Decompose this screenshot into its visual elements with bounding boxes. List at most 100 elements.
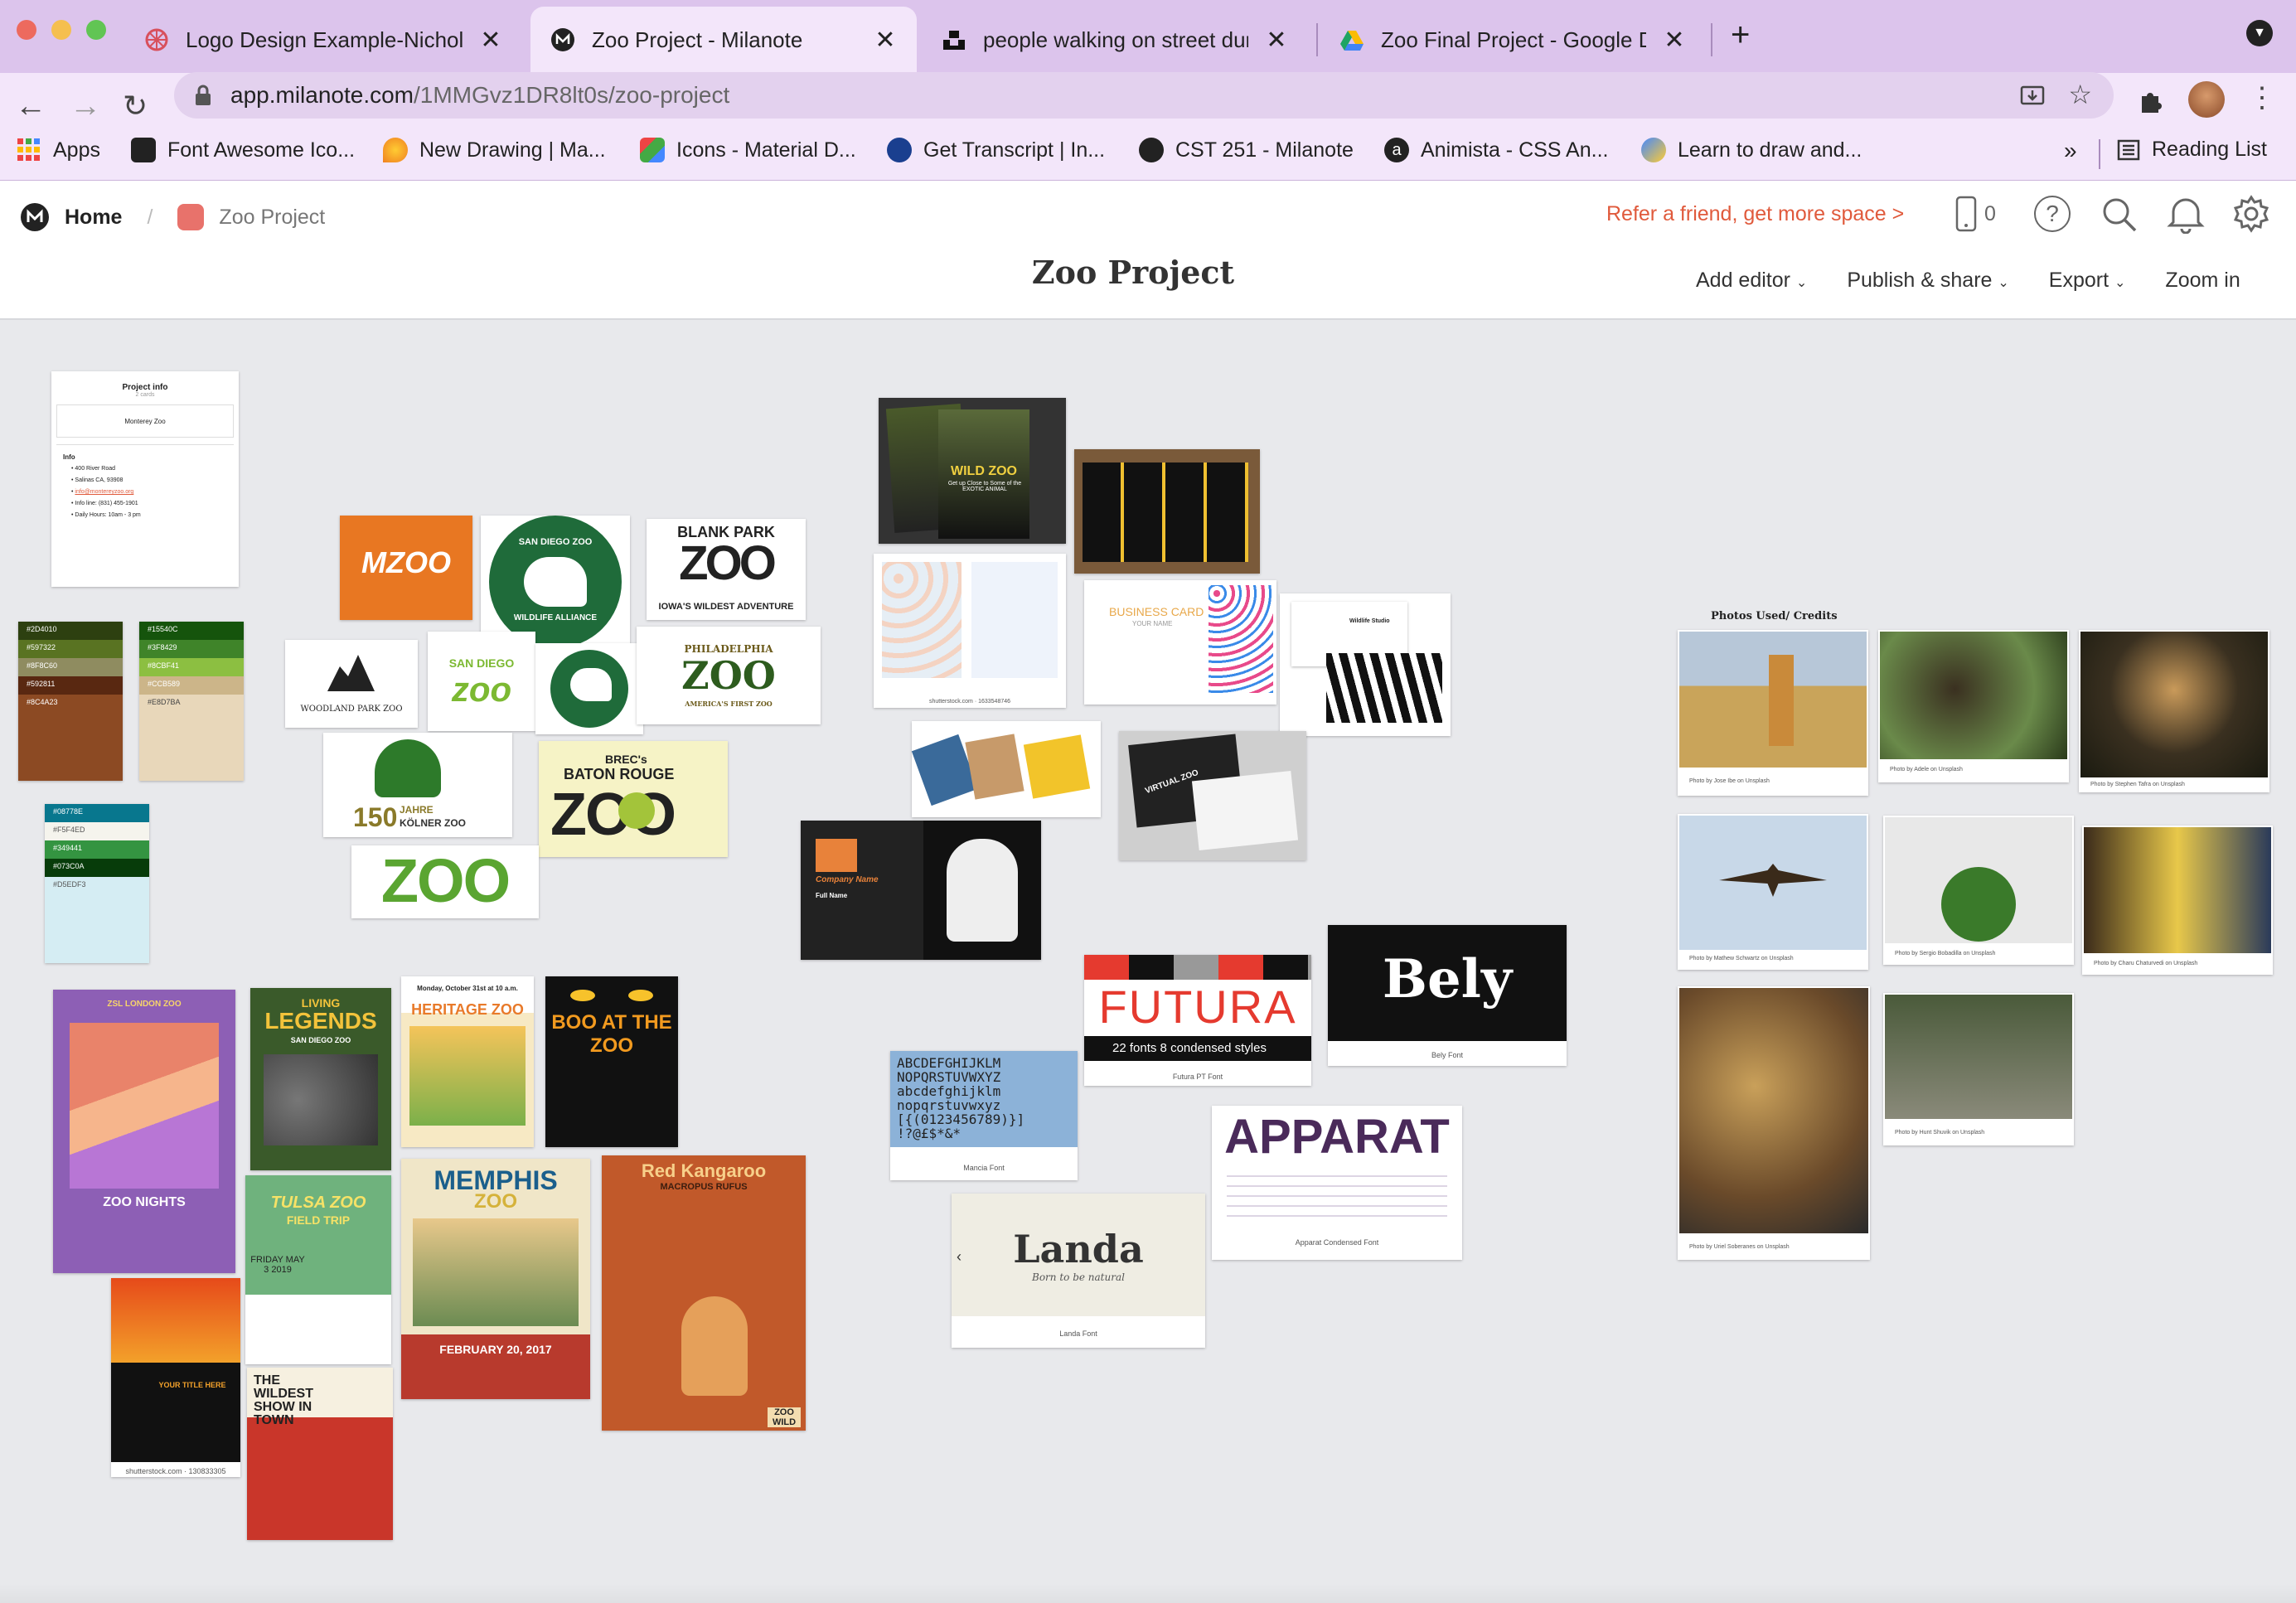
milanote-logo-icon[interactable] (20, 202, 50, 232)
lock-icon[interactable] (194, 84, 212, 107)
red-kangaroo-poster[interactable]: Red Kangaroo MACROPUS RUFUS ZOO WILD (602, 1155, 806, 1431)
paw-business-card[interactable]: BUSINESS CARD YOUR NAME (1084, 580, 1276, 705)
woodland-park-logo-card[interactable]: WOODLAND PARK ZOO (285, 640, 418, 728)
breadcrumb-board[interactable]: Zoo Project (219, 206, 325, 230)
more-bookmarks-icon[interactable]: » (2064, 138, 2077, 164)
baton-rouge-zoo-logo-card[interactable]: BREC's BATON ROUGE ZOO (539, 741, 728, 857)
tab-search-icon[interactable]: ▼ (2246, 20, 2273, 46)
memphis-zoo-poster[interactable]: MEMPHIS ZOO FEBRUARY 20, 2017 (401, 1159, 590, 1399)
photo-card-family[interactable]: Photo by Hunt Shuvik on Unsplash (1883, 993, 2074, 1145)
maximize-window-icon[interactable] (86, 20, 106, 40)
living-legends-poster[interactable]: LIVING LEGENDS SAN DIEGO ZOO (250, 988, 391, 1170)
wild-zoo-title: WILD ZOO (951, 464, 1017, 478)
london-zoo-poster[interactable]: ZSL LONDON ZOO ZOO NIGHTS (53, 990, 235, 1273)
san-diego-lion-logo-card[interactable] (535, 643, 643, 734)
wild-zoo-flyer-card[interactable]: WILD ZOO Get up Close to Some of the EXO… (879, 398, 1066, 544)
bookmark-font-awesome[interactable]: Font Awesome Ico... (131, 138, 355, 162)
bookmark-star-icon[interactable]: ☆ (2068, 79, 2092, 110)
wolf-business-card[interactable]: Company Name Full Name (801, 821, 1041, 960)
bookmark-get-transcript[interactable]: Get Transcript | In... (887, 138, 1105, 162)
color-palette-card[interactable]: #2D4010 #597322 #8F8C60 #592811 #8C4A23 (18, 622, 123, 781)
landa-font-card[interactable]: Landa Born to be natural ‹ Landa Font (952, 1194, 1205, 1348)
close-tab-icon[interactable]: ✕ (874, 26, 897, 55)
close-tab-icon[interactable]: ✕ (1663, 26, 1686, 55)
forward-icon[interactable]: → (70, 88, 101, 124)
bookmark-new-drawing[interactable]: New Drawing | Ma... (383, 138, 606, 162)
heritage-zoo-poster[interactable]: Monday, October 31st at 10 a.m. HERITAGE… (401, 976, 534, 1147)
breadcrumb-home[interactable]: Home (65, 206, 122, 230)
photo-card-giraffe[interactable]: Photo by Jose Ibe on Unsplash (1678, 630, 1868, 796)
wild-zoo-flyers-set[interactable] (1074, 449, 1260, 574)
bely-font-card[interactable]: Bely Bely Font (1328, 925, 1567, 1066)
photo-card-eagle[interactable]: Photo by Mathew Schwartz on Unsplash (1678, 814, 1868, 970)
bookmark-icons-material[interactable]: Icons - Material D... (640, 138, 856, 162)
chevron-left-icon[interactable]: ‹ (957, 1248, 962, 1266)
device-count: 0 (1984, 201, 1996, 225)
mancia-font-card[interactable]: ABCDEFGHIJKLM NOPQRSTUVWXYZ abcdefghijkl… (890, 1051, 1078, 1180)
project-info-card[interactable]: Project info 2 cards Monterey Zoo Info •… (51, 371, 239, 587)
photo-card-street[interactable]: Photo by Charu Chaturvedi on Unsplash (2082, 826, 2273, 975)
project-info-note[interactable]: Info • 400 River Road • Salinas CA, 9390… (56, 444, 234, 528)
photo-card-tree[interactable]: Photo by Sergio Bobadilla on Unsplash (1883, 816, 2074, 965)
extensions-icon[interactable] (2137, 86, 2165, 114)
export-menu[interactable]: Export ⌄ (2049, 269, 2126, 293)
browser-tab[interactable]: people walking on street during ✕ (922, 7, 1308, 73)
search-icon[interactable] (2100, 196, 2139, 234)
bookmark-animista[interactable]: a Animista - CSS An... (1384, 138, 1608, 162)
image-placeholder-icon (816, 839, 857, 872)
help-icon[interactable]: ? (2034, 196, 2071, 232)
bookmark-learn-to-draw[interactable]: Learn to draw and... (1641, 138, 1862, 162)
virtual-zoo-business-card[interactable]: VIRTUAL ZOO (1119, 731, 1306, 860)
san-diego-zoo-logo-card[interactable]: SAN DIEGO ZOO WILDLIFE ALLIANCE (481, 516, 630, 648)
futura-font-card[interactable]: FUTURA 22 fonts 8 condensed styles Futur… (1084, 955, 1311, 1086)
refer-friend-link[interactable]: Refer a friend, get more space > (1606, 202, 1904, 226)
notifications-bell-icon[interactable] (2167, 194, 2205, 234)
minimize-window-icon[interactable] (51, 20, 71, 40)
san-diego-zoo-logo-2-card[interactable]: SAN DIEGO zoo (428, 632, 535, 731)
browser-tab-active[interactable]: Zoo Project - Milanote ✕ (530, 7, 917, 73)
reload-icon[interactable]: ↻ (123, 88, 148, 124)
photo-card-hanging-monkey[interactable]: Photo by Stephen Tafra on Unsplash (2079, 630, 2269, 792)
sunset-poster-card[interactable]: YOUR TITLE HERE shutterstock.com · 13083… (111, 1278, 240, 1477)
back-icon[interactable]: ← (15, 88, 46, 124)
kolner-zoo-logo-card[interactable]: 150 JAHRE KÖLNER ZOO (323, 733, 512, 837)
mzoo-logo-card[interactable]: MZOO (340, 516, 472, 620)
publish-share-menu[interactable]: Publish & share ⌄ (1847, 269, 2008, 293)
profile-avatar[interactable] (2188, 81, 2225, 118)
project-name-note[interactable]: Monterey Zoo (56, 404, 234, 438)
settings-gear-icon[interactable] (2231, 194, 2271, 234)
blank-park-zoo-logo-card[interactable]: BLANK PARK ZOO IOWA'S WILDEST ADVENTURE (647, 519, 806, 620)
pattern-business-card[interactable]: shutterstock.com · 1633548746 (874, 554, 1066, 708)
photo-card-leopard[interactable]: Photo by Uriel Soberanes on Unsplash (1678, 986, 1870, 1260)
reading-list[interactable]: Reading List (2117, 138, 2267, 162)
new-tab-icon[interactable]: + (1731, 15, 1750, 55)
board-canvas[interactable]: Project info 2 cards Monterey Zoo Info •… (0, 320, 2296, 1603)
green-zoo-logo-card[interactable]: ZOO (351, 845, 539, 918)
browser-tab[interactable]: Logo Design Example-Nicholas ✕ (124, 7, 522, 73)
wildest-show-poster[interactable]: THE WILDEST SHOW IN TOWN (247, 1368, 393, 1540)
sunset-sky (111, 1278, 240, 1363)
zebra-business-card[interactable]: Wildlife Studio (1280, 593, 1451, 736)
color-palette-card[interactable]: #08778E #F5F4ED #349441 #073C0A #D5EDF3 (45, 804, 149, 963)
color-palette-card[interactable]: #15540C #3F8429 #8CBF41 #CCB589 #E8D7BA (139, 622, 244, 781)
philadelphia-zoo-logo-card[interactable]: PHILADELPHIA ZOO AMERICA'S FIRST ZOO (637, 627, 821, 724)
globe-icon (887, 138, 912, 162)
address-bar[interactable]: app.milanote.com/1MMGvz1DR8lt0s/zoo-proj… (174, 72, 2114, 119)
tulsa-zoo-poster[interactable]: TULSA ZOO FIELD TRIP FRIDAY MAY 3 2019 (245, 1175, 391, 1364)
devices-button[interactable]: 0 (1955, 196, 1996, 232)
close-tab-icon[interactable]: ✕ (1265, 26, 1288, 55)
bookmark-apps[interactable]: Apps (17, 138, 100, 162)
browser-tab[interactable]: Zoo Final Project - Google Driv ✕ (1320, 7, 1706, 73)
close-tab-icon[interactable]: ✕ (479, 26, 502, 55)
boo-at-the-zoo-poster[interactable]: BOO AT THE ZOO (545, 976, 678, 1147)
close-window-icon[interactable] (17, 20, 36, 40)
add-editor-menu[interactable]: Add editor ⌄ (1696, 269, 1807, 293)
safari-business-cards[interactable] (911, 721, 1101, 817)
apparat-font-card[interactable]: APPARAT Apparat Condensed Font (1212, 1106, 1462, 1260)
bookmark-cst-251[interactable]: CST 251 - Milanote (1139, 138, 1354, 162)
photo-card-monkey[interactable]: Photo by Adele on Unsplash (1878, 630, 2069, 782)
browser-menu-icon[interactable]: ⋮ (2248, 81, 2276, 114)
install-app-icon[interactable] (2019, 82, 2046, 109)
zoom-in-button[interactable]: Zoom in (2165, 269, 2240, 293)
info-email-link[interactable]: info@montereyzoo.org (75, 489, 133, 495)
